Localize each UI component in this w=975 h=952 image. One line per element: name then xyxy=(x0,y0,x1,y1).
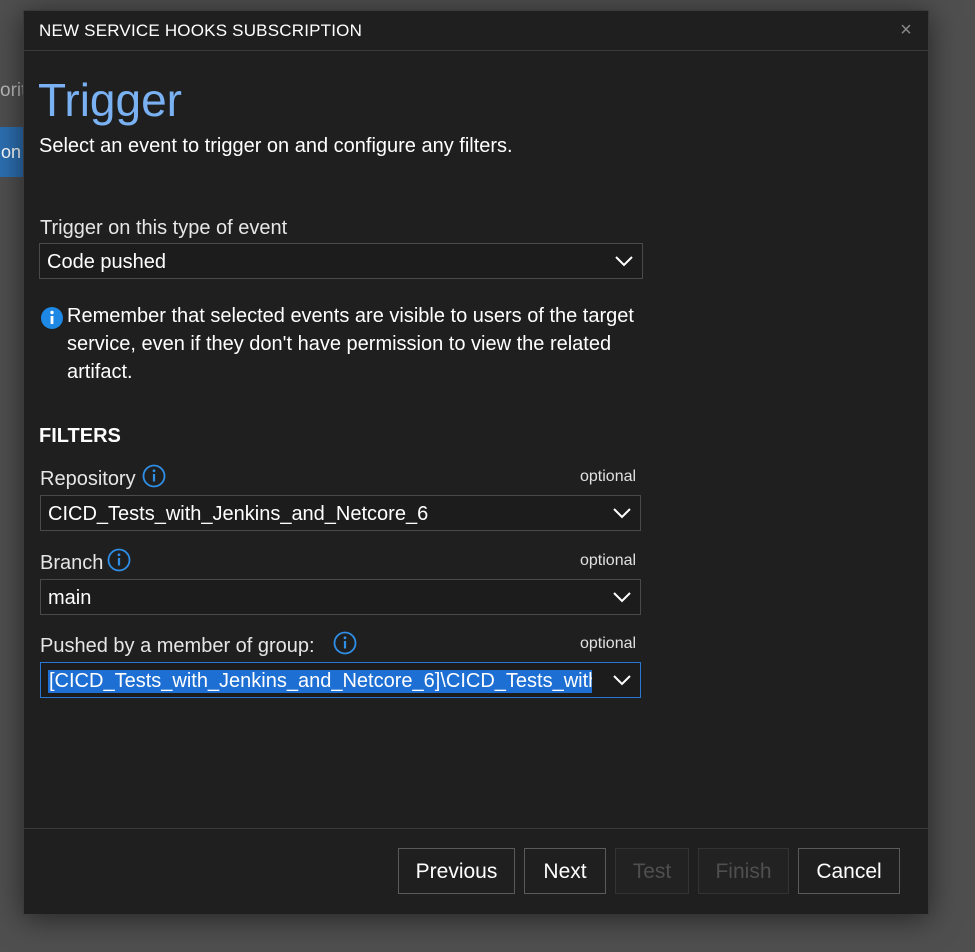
background-button[interactable]: on xyxy=(0,127,24,177)
service-hooks-dialog: NEW SERVICE HOOKS SUBSCRIPTION × Trigger… xyxy=(23,10,929,914)
repository-info-icon[interactable] xyxy=(142,464,166,488)
event-type-select[interactable]: Code pushed xyxy=(39,243,643,279)
group-label: Pushed by a member of group: xyxy=(40,635,315,657)
branch-value: main xyxy=(48,587,92,609)
branch-info-icon[interactable] xyxy=(107,548,131,572)
test-button[interactable]: Test xyxy=(615,848,689,894)
chevron-down-icon xyxy=(613,508,631,519)
page-title: Trigger xyxy=(38,74,182,126)
chevron-down-icon xyxy=(613,592,631,603)
page-subtitle: Select an event to trigger on and config… xyxy=(39,135,513,157)
cancel-button[interactable]: Cancel xyxy=(798,848,900,894)
group-value: [CICD_Tests_with_Jenkins_and_Netcore_6]\… xyxy=(48,670,592,693)
info-note: Remember that selected events are visibl… xyxy=(67,305,634,383)
next-button[interactable]: Next xyxy=(524,848,606,894)
branch-optional-tag: optional xyxy=(580,552,637,569)
info-icon xyxy=(41,307,63,329)
repository-optional-tag: optional xyxy=(580,468,637,485)
group-optional-tag: optional xyxy=(580,635,637,652)
chevron-down-icon xyxy=(615,256,633,267)
finish-button[interactable]: Finish xyxy=(698,848,789,894)
dialog-footer: Previous Next Test Finish Cancel xyxy=(24,828,928,914)
branch-select[interactable]: main xyxy=(40,579,641,615)
branch-label: Branch xyxy=(40,552,104,574)
dialog-title: NEW SERVICE HOOKS SUBSCRIPTION xyxy=(39,21,363,40)
previous-button[interactable]: Previous xyxy=(398,848,515,894)
event-type-value: Code pushed xyxy=(47,251,166,273)
group-info-icon[interactable] xyxy=(333,631,357,655)
chevron-down-icon xyxy=(613,675,631,686)
event-type-label: Trigger on this type of event xyxy=(40,217,288,239)
repository-label: Repository xyxy=(40,468,136,490)
dialog-header: NEW SERVICE HOOKS SUBSCRIPTION × xyxy=(24,11,928,51)
repository-value: CICD_Tests_with_Jenkins_and_Netcore_6 xyxy=(48,503,429,525)
repository-select[interactable]: CICD_Tests_with_Jenkins_and_Netcore_6 xyxy=(40,495,641,531)
filters-heading: FILTERS xyxy=(39,425,121,447)
close-icon[interactable]: × xyxy=(896,19,916,41)
group-select[interactable]: [CICD_Tests_with_Jenkins_and_Netcore_6]\… xyxy=(40,662,641,698)
